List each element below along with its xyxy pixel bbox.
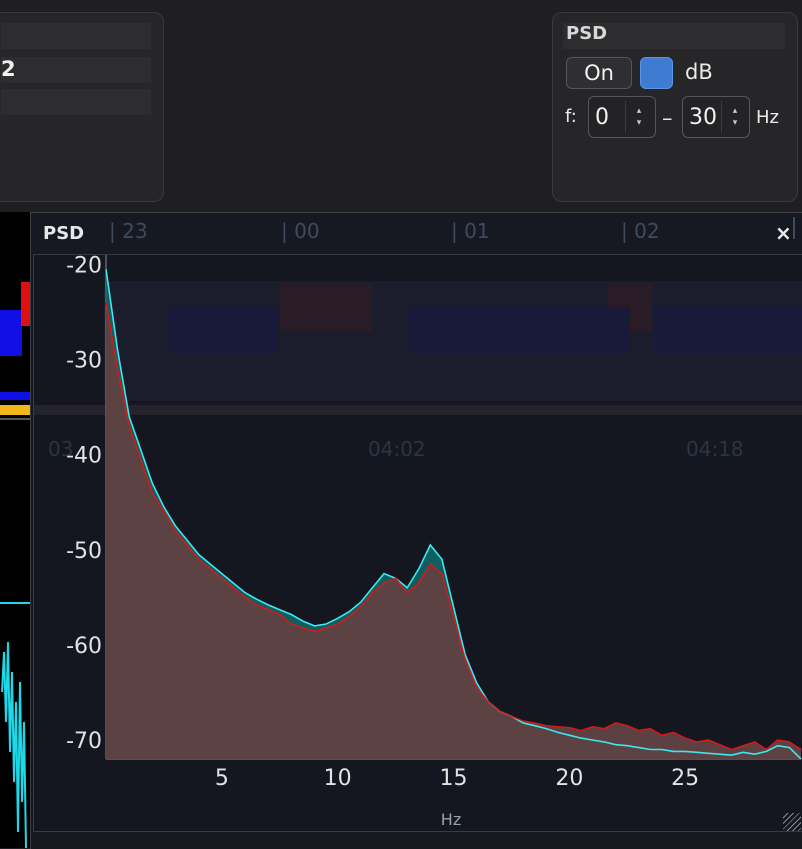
background-marker (0, 392, 30, 400)
f-max-stepper-icon[interactable]: ▴ ▾ (721, 101, 748, 133)
x-tick-label: 20 (555, 766, 583, 791)
frequency-label: f: (565, 106, 577, 127)
background-marker (0, 405, 30, 415)
background-trace-baseline (0, 602, 30, 604)
range-dash: – (662, 106, 673, 130)
x-axis-label: Hz (441, 810, 461, 829)
resize-grip-icon[interactable] (783, 813, 801, 831)
frequency-unit: Hz (756, 107, 779, 128)
f-max-value: 30 (689, 104, 717, 130)
y-tick-label: -60 (66, 634, 102, 659)
f-min-value: 0 (595, 104, 609, 130)
psd-settings-title: PSD (566, 23, 608, 44)
background-marker (0, 310, 22, 356)
background-eeg-strip (0, 212, 30, 848)
x-tick-label: 25 (671, 766, 699, 791)
f-min-spinbox[interactable]: 0 ▴ ▾ (588, 96, 656, 138)
psd-window: PSD | 23 | 00 | 01 | 02 × 03 04:02 04:18… (30, 212, 802, 849)
background-marker (21, 282, 30, 326)
y-tick-label: -70 (66, 729, 102, 754)
left-settings-panel: 2 (0, 12, 164, 202)
x-tick-label: 5 (215, 766, 229, 791)
y-tick-label: -30 (66, 349, 102, 374)
background-eeg-trace (1, 641, 27, 848)
y-tick-label: -50 (66, 539, 102, 564)
x-tick-label: 15 (440, 766, 468, 791)
series-area-red-overlap (106, 302, 801, 759)
psd-chart: -20 -30 -40 -50 -60 -70 5 10 15 20 25 Hz (66, 254, 802, 829)
f-min-stepper-icon[interactable]: ▴ ▾ (625, 101, 652, 133)
y-tick-label: -40 (66, 444, 102, 469)
left-panel-row (1, 89, 151, 115)
psd-on-button[interactable]: On (566, 57, 632, 89)
f-max-spinbox[interactable]: 30 ▴ ▾ (682, 96, 750, 138)
db-checkbox[interactable] (640, 57, 673, 89)
left-panel-value: 2 (1, 57, 16, 81)
background-divider (0, 418, 30, 420)
left-panel-row (1, 23, 151, 49)
y-tick-label: -20 (66, 254, 102, 279)
x-tick-label: 10 (324, 766, 352, 791)
db-label: dB (685, 60, 713, 84)
left-panel-row (1, 57, 151, 83)
